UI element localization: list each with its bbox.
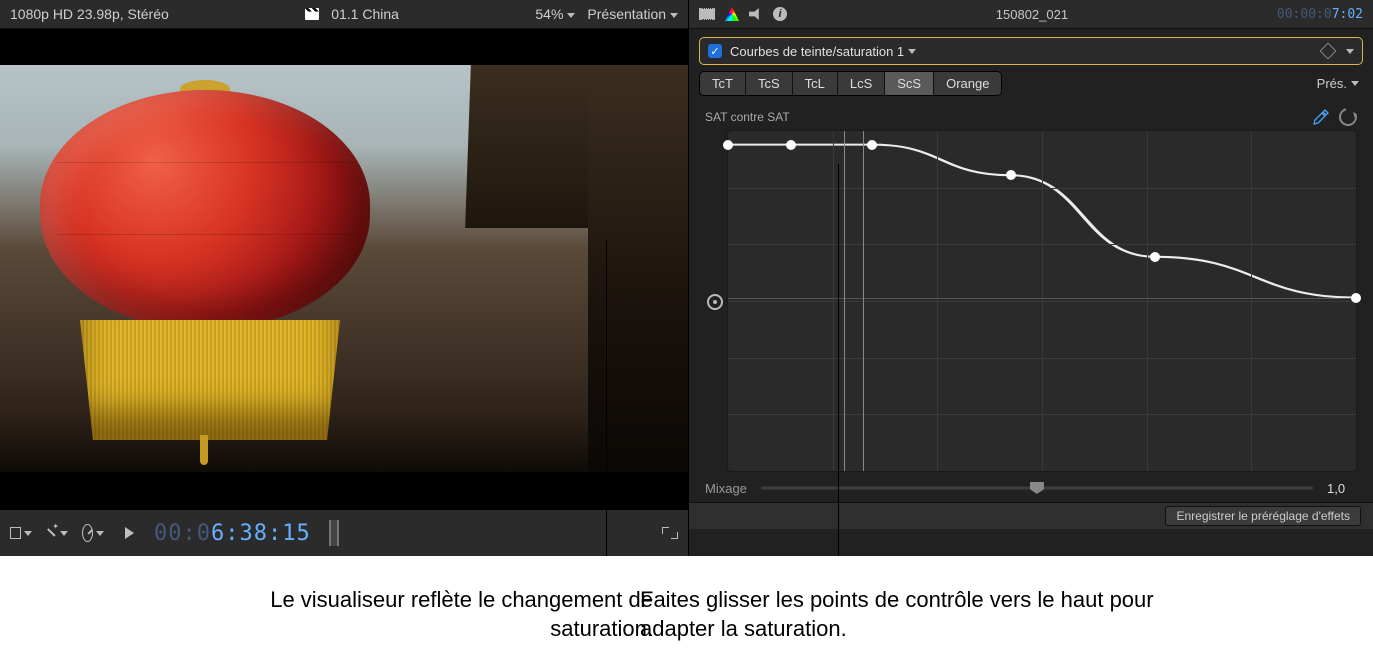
mix-value[interactable]: 1,0 [1327, 481, 1357, 496]
curve-tab-lcs[interactable]: LcS [838, 72, 885, 95]
correction-selector[interactable]: ✓ Courbes de teinte/saturation 1 [699, 37, 1363, 65]
inspector-timecode: 00:00:07:02 [1277, 7, 1363, 22]
transform-menu[interactable] [10, 524, 32, 542]
curve-control-point[interactable] [723, 140, 733, 150]
curve-tab-tct[interactable]: TcT [700, 72, 746, 95]
save-preset-bar: Enregistrer le préréglage d'effets [689, 502, 1373, 529]
play-button[interactable] [118, 524, 140, 542]
reset-icon[interactable] [1336, 105, 1361, 130]
chevron-down-icon [908, 49, 916, 54]
letterbox [0, 472, 688, 508]
zoom-menu[interactable]: 54% [535, 6, 575, 22]
inspector-title: 150802_021 [797, 7, 1267, 22]
viewer[interactable] [0, 29, 688, 508]
callout-left: Le visualiseur reflète le changement de … [233, 586, 653, 643]
callout-line [838, 164, 839, 586]
info-inspector-icon[interactable]: i [773, 7, 787, 21]
curve-control-point[interactable] [1150, 252, 1160, 262]
curve-section: SAT contre SAT [689, 102, 1373, 472]
magic-wand-icon [46, 526, 57, 540]
speedometer-icon [82, 524, 93, 542]
chevron-down-icon [567, 13, 575, 18]
correction-enable-checkbox[interactable]: ✓ [708, 44, 722, 58]
chevron-down-icon [60, 531, 68, 536]
enhance-menu[interactable] [46, 524, 68, 542]
curve-control-point[interactable] [1351, 293, 1361, 303]
letterbox [0, 29, 688, 65]
inspector-panel: i 150802_021 00:00:07:02 ✓ Courbes de te… [688, 0, 1373, 556]
audio-inspector-icon[interactable] [749, 8, 763, 20]
correction-name[interactable]: Courbes de teinte/saturation 1 [730, 44, 1314, 59]
presets-menu[interactable]: Prés. [1313, 72, 1363, 95]
chevron-down-icon[interactable] [1346, 49, 1354, 54]
callout-right: Faites glisser les points de contrôle ve… [640, 586, 1160, 643]
chevron-down-icon [1351, 81, 1359, 86]
app-window: 1080p HD 23.98p, Stéréo 01.1 China 54% P… [0, 0, 1373, 556]
curve-type-tabs: TcTTcSTcLLcSScSOrange Prés. [699, 71, 1363, 96]
viewer-footer: 00:06:38:15 [0, 508, 688, 556]
curve-tab-orange[interactable]: Orange [934, 72, 1001, 95]
mix-label: Mixage [705, 481, 747, 496]
curve-control-point[interactable] [1006, 170, 1016, 180]
retime-menu[interactable] [82, 524, 104, 542]
keyframe-icon[interactable] [1320, 43, 1337, 60]
curve-tab-tcs[interactable]: TcS [746, 72, 793, 95]
viewer-header: 1080p HD 23.98p, Stéréo 01.1 China 54% P… [0, 0, 688, 29]
chevron-down-icon [96, 531, 104, 536]
eyedropper-icon[interactable] [1313, 109, 1329, 125]
viewer-image [0, 65, 688, 472]
viewer-panel: 1080p HD 23.98p, Stéréo 01.1 China 54% P… [0, 0, 688, 556]
view-menu[interactable]: Présentation [587, 6, 678, 22]
curve-cursor-line [863, 131, 864, 471]
clip-name[interactable]: 01.1 China [331, 6, 399, 22]
fullscreen-button[interactable] [662, 527, 678, 539]
annotations: Le visualiseur reflète le changement de … [0, 556, 1373, 660]
curve-range-radio[interactable] [707, 294, 723, 310]
clapboard-icon [305, 8, 319, 20]
clip-format: 1080p HD 23.98p, Stéréo [10, 6, 169, 22]
save-preset-button[interactable]: Enregistrer le préréglage d'effets [1165, 506, 1361, 526]
curve-tab-tcl[interactable]: TcL [793, 72, 838, 95]
inspector-header: i 150802_021 00:00:07:02 [689, 0, 1373, 29]
curve-title: SAT contre SAT [705, 110, 1313, 124]
curve-control-point[interactable] [786, 140, 796, 150]
curve-type-segmented[interactable]: TcTTcSTcLLcSScSOrange [699, 71, 1002, 96]
mix-slider[interactable] [761, 480, 1313, 496]
viewer-timecode[interactable]: 00:06:38:15 [154, 521, 311, 546]
chevron-down-icon [24, 531, 32, 536]
color-inspector-icon[interactable] [725, 7, 739, 21]
video-inspector-icon[interactable] [699, 8, 715, 20]
lantern [40, 90, 370, 330]
slider-thumb[interactable] [1030, 482, 1044, 494]
mix-row: Mixage 1,0 [689, 472, 1373, 496]
chevron-down-icon [670, 13, 678, 18]
curve-tab-scs[interactable]: ScS [885, 72, 934, 95]
mini-playhead[interactable] [329, 520, 339, 546]
play-icon [125, 527, 134, 539]
lantern-fringe [80, 320, 340, 440]
callout-line [606, 240, 607, 586]
curve-cursor-line [844, 131, 845, 471]
curve-control-point[interactable] [867, 140, 877, 150]
sat-vs-sat-curve[interactable] [727, 130, 1357, 472]
